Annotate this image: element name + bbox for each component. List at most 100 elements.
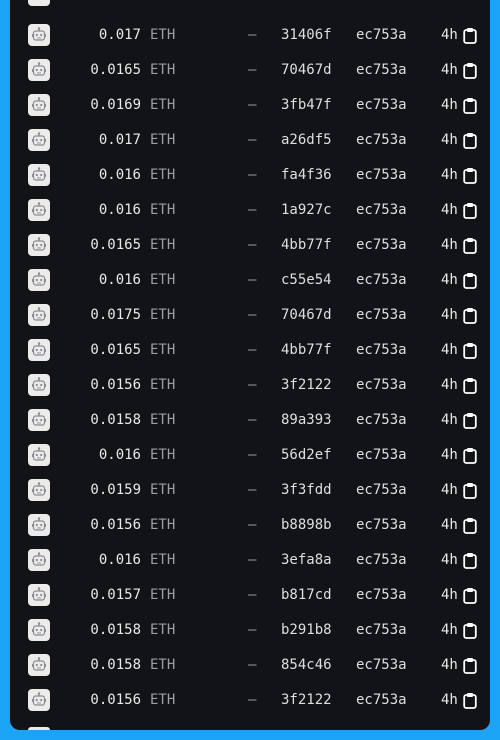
from-address-link[interactable]: 89a393 — [281, 403, 332, 438]
price-value: 0.017 — [98, 132, 141, 148]
table-row[interactable]: 0.0175 ETH – 70467d ec753a 4h — [10, 298, 490, 333]
to-address-link[interactable]: ec753a — [356, 683, 407, 718]
table-row[interactable]: 0.0165 ETH – 4bb77f ec753a 4h — [10, 228, 490, 263]
table-row[interactable]: 0.0157 ETH – b817cd ec753a 4h — [10, 578, 490, 613]
table-row[interactable]: 0.016 ETH – 1a927c ec753a 4h — [10, 193, 490, 228]
clipboard-copy-icon[interactable] — [463, 342, 477, 359]
table-row[interactable]: 0.0165 ETH – 70467d ec753a 4h — [10, 53, 490, 88]
age-label: 4h — [441, 202, 458, 218]
empty-dash: – — [248, 97, 257, 113]
to-address-link[interactable]: ec753a — [356, 88, 407, 123]
empty-dash: – — [248, 482, 257, 498]
table-row[interactable]: 0.0159 ETH – 3f3fdd ec753a 4h — [10, 473, 490, 508]
clipboard-copy-icon[interactable] — [463, 517, 477, 534]
clipboard-copy-icon[interactable] — [463, 97, 477, 114]
clipboard-copy-icon[interactable] — [463, 307, 477, 324]
clipboard-copy-icon[interactable] — [463, 167, 477, 184]
clipboard-copy-icon[interactable] — [463, 692, 477, 709]
to-address-link[interactable]: ec753a — [356, 158, 407, 193]
from-address-link[interactable]: 70467d — [281, 298, 332, 333]
to-address-link[interactable]: ec753a — [356, 613, 407, 648]
to-address-link[interactable]: ec753a — [356, 333, 407, 368]
empty-dash: – — [248, 132, 257, 148]
from-address-link[interactable]: 1a927c — [281, 193, 332, 228]
from-address-link[interactable]: fa4f36 — [281, 158, 332, 193]
to-address-link[interactable]: ec753a — [356, 543, 407, 578]
to-address-link[interactable]: ec753a — [356, 403, 407, 438]
clipboard-copy-icon[interactable] — [463, 377, 477, 394]
table-row[interactable]: 0.017 ETH – a26df5 ec753a 4h — [10, 123, 490, 158]
table-row[interactable]: 0.0169 ETH – 3fb47f ec753a 4h — [10, 88, 490, 123]
table-row[interactable]: 0.0156 ETH – b8898b ec753a 4h — [10, 508, 490, 543]
from-address-link[interactable]: 31406f — [281, 18, 332, 53]
to-address-link[interactable]: ec753a — [356, 298, 407, 333]
from-address-link[interactable]: b291b8 — [281, 613, 332, 648]
table-row[interactable]: 0.0158 ETH – 89a393 ec753a 4h — [10, 403, 490, 438]
table-row[interactable]: 0.016 ETH – c55e54 ec753a 4h — [10, 263, 490, 298]
currency-label: ETH — [150, 552, 176, 568]
clipboard-copy-icon[interactable] — [463, 552, 477, 569]
from-address-link[interactable]: 70467d — [281, 53, 332, 88]
clipboard-copy-icon[interactable] — [463, 27, 477, 44]
from-address-link[interactable]: 3f2122 — [281, 368, 332, 403]
to-address-link[interactable]: ec753a — [356, 263, 407, 298]
table-row[interactable]: 0.0158 ETH – b291b8 ec753a 4h — [10, 613, 490, 648]
clipboard-copy-icon[interactable] — [463, 587, 477, 604]
price-value: 0.0159 — [90, 482, 141, 498]
table-row[interactable]: 0.016 ETH – 3efa8a ec753a 4h — [10, 543, 490, 578]
table-row[interactable]: 0.0165 ETH – 4bb77f ec753a 4h — [10, 333, 490, 368]
age-label: 4h — [441, 657, 458, 673]
from-address-link[interactable]: a26df5 — [281, 123, 332, 158]
table-row[interactable]: 0.0158 ETH – 854c46 ec753a 4h — [10, 648, 490, 683]
age-label: 4h — [441, 237, 458, 253]
table-row[interactable]: 0.017 ETH – 31406f ec753a 4h — [10, 18, 490, 53]
clipboard-copy-icon[interactable] — [463, 132, 477, 149]
clipboard-copy-icon[interactable] — [463, 62, 477, 79]
to-address-link[interactable]: ec753a — [356, 508, 407, 543]
price-value: 0.016 — [98, 167, 141, 183]
table-row[interactable]: 0.016 ETH – fa4f36 ec753a 4h — [10, 158, 490, 193]
to-address-link[interactable]: ec753a — [356, 53, 407, 88]
clipboard-copy-icon[interactable] — [463, 272, 477, 289]
price-value: 0.016 — [98, 272, 141, 288]
to-address-link[interactable]: ec753a — [356, 648, 407, 683]
age-label: 4h — [441, 447, 458, 463]
clipboard-copy-icon[interactable] — [463, 447, 477, 464]
to-address-link[interactable]: ec753a — [356, 473, 407, 508]
from-address-link[interactable]: b8898b — [281, 508, 332, 543]
to-address-link[interactable]: ec753a — [356, 368, 407, 403]
to-address-link[interactable]: ec753a — [356, 438, 407, 473]
from-address-link[interactable]: 3f2122 — [281, 683, 332, 718]
robot-avatar-icon — [28, 654, 50, 676]
to-address-link[interactable]: ec753a — [356, 228, 407, 263]
table-row[interactable]: 0.016 ETH – 56d2ef ec753a 4h — [10, 438, 490, 473]
clipboard-copy-icon[interactable] — [463, 482, 477, 499]
age-label: 4h — [441, 132, 458, 148]
to-address-link[interactable]: ec753a — [356, 18, 407, 53]
from-address-link[interactable]: c55e54 — [281, 263, 332, 298]
avatar-partial — [28, 0, 50, 6]
to-address-link[interactable]: ec753a — [356, 123, 407, 158]
from-address-link[interactable]: 4bb77f — [281, 333, 332, 368]
from-address-link[interactable]: 854c46 — [281, 648, 332, 683]
robot-avatar-icon — [28, 514, 50, 536]
robot-avatar-icon — [28, 549, 50, 571]
age-label: 4h — [441, 482, 458, 498]
to-address-link[interactable]: ec753a — [356, 193, 407, 228]
table-row[interactable]: 0.0156 ETH – 3f2122 ec753a 4h — [10, 683, 490, 718]
clipboard-copy-icon[interactable] — [463, 412, 477, 429]
from-address-link[interactable]: 4bb77f — [281, 228, 332, 263]
currency-label: ETH — [150, 62, 176, 78]
from-address-link[interactable]: 3f3fdd — [281, 473, 332, 508]
table-row[interactable]: 0.0156 ETH – 3f2122 ec753a 4h — [10, 368, 490, 403]
clipboard-copy-icon[interactable] — [463, 657, 477, 674]
from-address-link[interactable]: 3efa8a — [281, 543, 332, 578]
clipboard-copy-icon[interactable] — [463, 202, 477, 219]
from-address-link[interactable]: 3fb47f — [281, 88, 332, 123]
clipboard-copy-icon[interactable] — [463, 237, 477, 254]
from-address-link[interactable]: b817cd — [281, 578, 332, 613]
price-value: 0.016 — [98, 447, 141, 463]
to-address-link[interactable]: ec753a — [356, 578, 407, 613]
from-address-link[interactable]: 56d2ef — [281, 438, 332, 473]
clipboard-copy-icon[interactable] — [463, 622, 477, 639]
